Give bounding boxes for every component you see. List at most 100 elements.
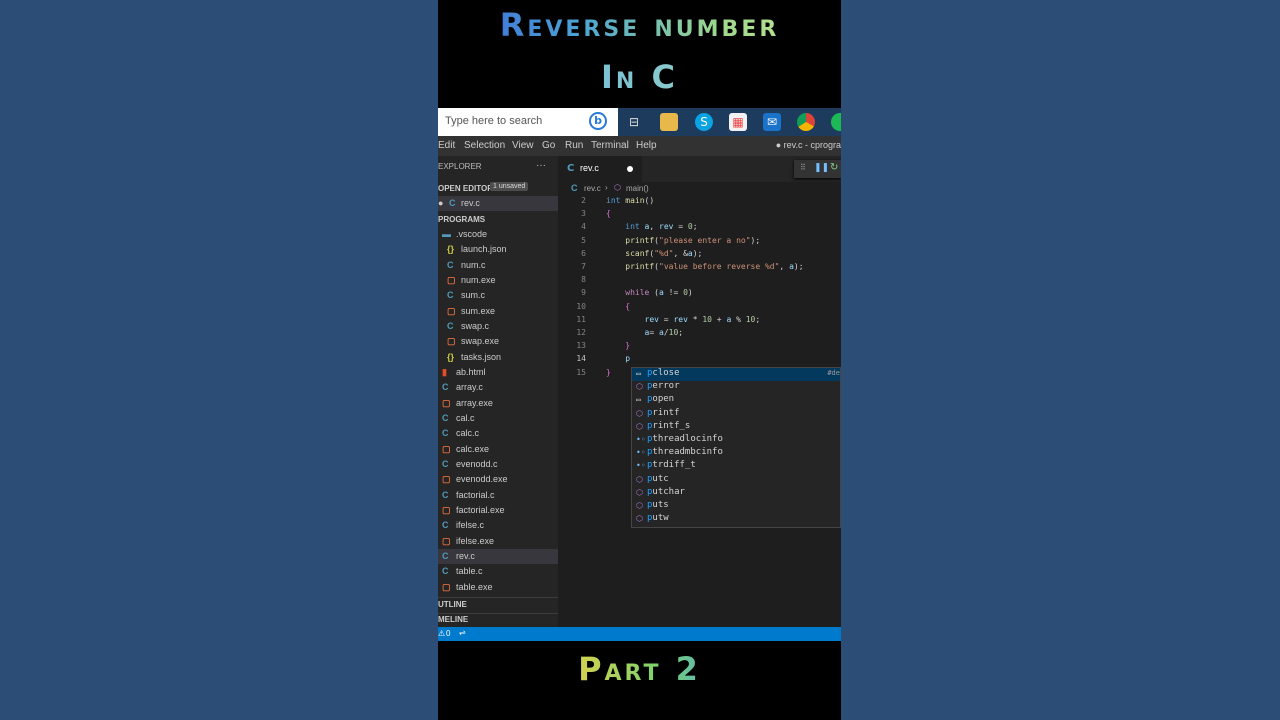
debug-toolbar: ⠿ ❚❚ ↻ bbox=[794, 160, 841, 178]
code-line[interactable]: scanf("%d", &a); bbox=[606, 249, 702, 258]
c-icon: C bbox=[447, 290, 454, 301]
file-item[interactable]: Cfactorial.c bbox=[438, 488, 558, 503]
unsaved-dot-icon[interactable]: ● bbox=[438, 198, 443, 208]
open-editor-item[interactable]: ● C rev.c bbox=[438, 196, 558, 211]
menu-go[interactable]: Go bbox=[542, 140, 555, 151]
file-item[interactable]: Cifelse.c bbox=[438, 518, 558, 533]
outline-section[interactable]: UTLINE bbox=[438, 600, 467, 609]
file-item[interactable]: ▢ evenodd.exe bbox=[438, 472, 558, 487]
file-item[interactable]: ▬ .vscode bbox=[438, 227, 558, 242]
suggestion-item[interactable]: ⬡ putc bbox=[632, 474, 840, 487]
file-item[interactable]: Cnum.c bbox=[438, 258, 558, 273]
suggestion-item[interactable]: ⬡ printf_s bbox=[632, 421, 840, 434]
more-actions-icon[interactable]: ··· bbox=[536, 160, 546, 171]
json-icon: {} bbox=[447, 351, 455, 362]
breadcrumb-symbol[interactable]: main() bbox=[626, 184, 649, 193]
drag-handle-icon[interactable]: ⠿ bbox=[800, 163, 806, 172]
suggestion-item[interactable]: ▭ popen bbox=[632, 394, 840, 407]
timeline-section[interactable]: MELINE bbox=[438, 615, 468, 624]
code-line[interactable]: } bbox=[606, 368, 611, 377]
file-item[interactable]: {} launch.json bbox=[438, 242, 558, 257]
code-line[interactable]: rev = rev * 10 + a % 10; bbox=[606, 315, 761, 324]
file-item[interactable]: ▢ ifelse.exe bbox=[438, 534, 558, 549]
store-icon[interactable]: ▦ bbox=[729, 113, 747, 131]
menu-view[interactable]: View bbox=[512, 140, 534, 151]
suggestion-item[interactable]: •◦ ptrdiff_t bbox=[632, 460, 840, 473]
file-item[interactable]: ▢ sum.exe bbox=[438, 304, 558, 319]
code-line[interactable]: int a, rev = 0; bbox=[606, 222, 697, 231]
task-view-icon[interactable]: ⊟ bbox=[625, 113, 643, 131]
skype-icon[interactable]: S bbox=[695, 113, 713, 131]
unsaved-dot-icon[interactable] bbox=[627, 166, 633, 172]
video-footer: Part 2 bbox=[438, 650, 841, 688]
bing-icon[interactable]: b bbox=[589, 112, 607, 130]
video-title-line1: Reverse number bbox=[438, 6, 841, 44]
autocomplete-suggestions: ▭ pclose #de ⬡ perror ▭ popen ⬡ printf ⬡ printf_s •… bbox=[631, 367, 841, 528]
code-line[interactable]: a= a/10; bbox=[606, 328, 684, 337]
code-line[interactable]: printf("please enter a no"); bbox=[606, 236, 760, 245]
pause-icon[interactable]: ❚❚ bbox=[814, 163, 829, 173]
code-line[interactable]: p bbox=[606, 354, 630, 363]
file-item[interactable]: Carray.c bbox=[438, 380, 558, 395]
line-number: 9 bbox=[581, 288, 586, 298]
suggestion-item[interactable]: •◦ pthreadmbcinfo bbox=[632, 447, 840, 460]
right-background bbox=[841, 0, 1280, 720]
c-file-icon: C bbox=[449, 198, 456, 208]
file-item[interactable]: ▢ factorial.exe bbox=[438, 503, 558, 518]
file-explorer-icon[interactable] bbox=[660, 113, 678, 131]
suggestion-item[interactable]: ⬡ putw bbox=[632, 513, 840, 526]
breadcrumb-file[interactable]: rev.c bbox=[584, 184, 601, 193]
file-name: factorial.c bbox=[456, 489, 495, 500]
code-line[interactable]: { bbox=[606, 209, 611, 218]
programs-folder-section[interactable]: PROGRAMS bbox=[438, 215, 485, 224]
code-line[interactable]: printf("value before reverse %d", a); bbox=[606, 262, 803, 271]
code-line[interactable]: } bbox=[606, 341, 630, 350]
spotify-icon[interactable] bbox=[831, 113, 841, 131]
menu-edit[interactable]: Edit bbox=[438, 140, 455, 151]
suggestion-label: putc bbox=[647, 474, 669, 484]
suggestion-item[interactable]: ▭ pclose #de bbox=[632, 368, 840, 381]
file-name: calc.exe bbox=[456, 443, 490, 454]
code-line[interactable]: { bbox=[606, 302, 630, 311]
c-icon: C bbox=[442, 382, 449, 393]
line-number: 7 bbox=[581, 262, 586, 271]
menu-help[interactable]: Help bbox=[636, 140, 657, 151]
file-item[interactable]: ▢ num.exe bbox=[438, 273, 558, 288]
suggestion-item[interactable]: ⬡ printf bbox=[632, 408, 840, 421]
warning-count[interactable]: 0 bbox=[446, 629, 450, 638]
file-item[interactable]: Ctable.c bbox=[438, 564, 558, 579]
code-line[interactable]: int main() bbox=[606, 196, 654, 205]
taskbar-search-box[interactable]: Type here to search b bbox=[438, 108, 618, 136]
file-item[interactable]: Cevenodd.c bbox=[438, 457, 558, 472]
menu-terminal[interactable]: Terminal bbox=[591, 140, 629, 151]
tab-rev-c[interactable]: C rev.c bbox=[558, 156, 642, 182]
file-item[interactable]: ▮ ab.html bbox=[438, 365, 558, 380]
file-item[interactable]: ▢ table.exe bbox=[438, 580, 558, 595]
file-item[interactable]: ▢ swap.exe bbox=[438, 334, 558, 349]
chrome-icon[interactable] bbox=[797, 113, 815, 131]
live-share-icon[interactable]: ⇌ bbox=[459, 628, 466, 637]
menu-run[interactable]: Run bbox=[565, 140, 583, 151]
suggestion-text: threadmbcinfo bbox=[652, 447, 723, 458]
file-item[interactable]: Cswap.c bbox=[438, 319, 558, 334]
menu-selection[interactable]: Selection bbox=[464, 140, 505, 151]
file-item[interactable]: Csum.c bbox=[438, 288, 558, 303]
exe-icon: ▢ bbox=[442, 443, 451, 454]
file-item[interactable]: ▢ calc.exe bbox=[438, 442, 558, 457]
file-item[interactable]: {} tasks.json bbox=[438, 350, 558, 365]
suggestion-item[interactable]: ⬡ putchar bbox=[632, 487, 840, 500]
suggestion-item[interactable]: ⬡ puts bbox=[632, 500, 840, 513]
file-item[interactable]: ▢ array.exe bbox=[438, 396, 558, 411]
file-item[interactable]: Crev.c bbox=[438, 548, 558, 564]
restart-icon[interactable]: ↻ bbox=[830, 162, 838, 173]
line-number: 3 bbox=[581, 209, 586, 219]
open-editor-label: rev.c bbox=[461, 198, 480, 208]
code-line[interactable]: while (a != 0) bbox=[606, 288, 692, 297]
suggestion-item[interactable]: ⬡ perror bbox=[632, 381, 840, 394]
mail-icon[interactable]: ✉ bbox=[763, 113, 781, 131]
warning-icon[interactable]: ⚠ bbox=[438, 629, 445, 638]
file-item[interactable]: Ccalc.c bbox=[438, 426, 558, 441]
suggestion-item[interactable]: •◦ pthreadlocinfo bbox=[632, 434, 840, 447]
file-item[interactable]: Ccal.c bbox=[438, 411, 558, 426]
c-icon: C bbox=[442, 520, 449, 531]
